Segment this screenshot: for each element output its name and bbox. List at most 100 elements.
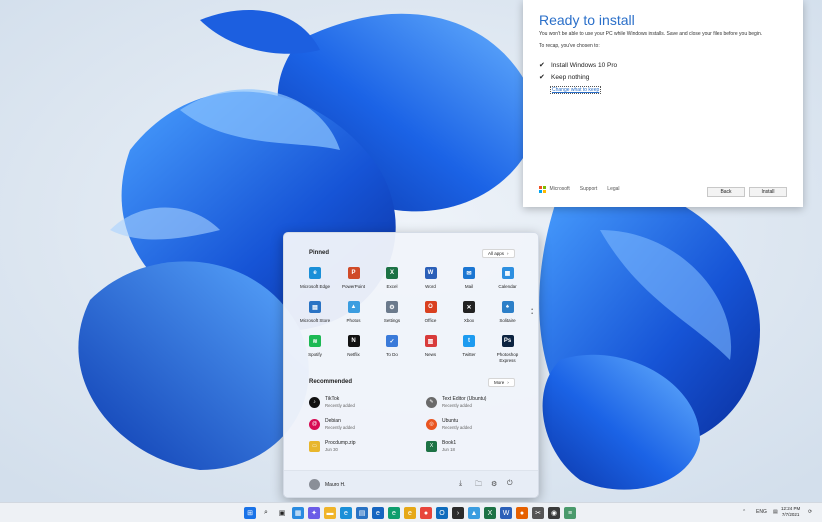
pinned-app-label: Word bbox=[425, 284, 436, 289]
downloads-icon[interactable]: ⤓ bbox=[459, 480, 462, 488]
pinned-app-microsoft-edge[interactable]: e Microsoft Edge bbox=[296, 267, 334, 299]
start-icon[interactable]: ⊞ bbox=[244, 507, 256, 519]
installer-warning: You won't be able to use your PC while W… bbox=[539, 31, 763, 37]
file-explorer-icon[interactable]: 🗀 bbox=[475, 480, 482, 491]
pinned-title: Pinned bbox=[309, 250, 330, 256]
pinned-app-mail[interactable]: ✉ Mail bbox=[450, 267, 488, 299]
pinned-app-calendar[interactable]: ▦ Calendar bbox=[489, 267, 527, 299]
twitter-icon: t bbox=[463, 335, 475, 347]
pinned-app-spotify[interactable]: ≋ Spotify bbox=[296, 335, 334, 367]
pinned-app-label: Xbox bbox=[463, 318, 475, 323]
camera-icon[interactable]: ◉ bbox=[548, 507, 560, 519]
taskbar: ⊞ ⌕ ▣ ▦ ✦ ▬ e ▤ e e e ● O › ▲ X W ● ✂ ◉ ≡ ⌃ ENG ▤ 12:24 PM 7… bbox=[0, 502, 822, 522]
photos-icon[interactable]: ▲ bbox=[468, 507, 480, 519]
edge-dev-icon[interactable]: e bbox=[388, 507, 400, 519]
edge-icon: e bbox=[309, 267, 321, 279]
legal-link[interactable]: Legal bbox=[607, 186, 619, 192]
pinned-app-label: PowerPoint bbox=[341, 284, 365, 289]
store-icon[interactable]: ▤ bbox=[356, 507, 368, 519]
photos-icon: ▲ bbox=[347, 301, 360, 313]
chrome-icon[interactable]: ● bbox=[420, 507, 432, 519]
pinned-app-label: Excel bbox=[386, 284, 398, 289]
file-explorer-icon[interactable]: ▬ bbox=[324, 507, 336, 519]
excel-icon[interactable]: X bbox=[484, 507, 496, 519]
zip-folder-icon: ▭ bbox=[309, 440, 320, 452]
recommended-item[interactable]: ✎ Text Editor (Ubuntu) Recently added bbox=[426, 396, 486, 408]
pinned-app-label: Photoshop Express bbox=[496, 352, 519, 363]
pinned-app-photoshop-express[interactable]: Ps Photoshop Express bbox=[489, 335, 527, 367]
pinned-app-solitaire[interactable]: ♠ Solitaire bbox=[489, 301, 527, 333]
pinned-app-microsoft-store[interactable]: ▤ Microsoft Store bbox=[296, 301, 334, 333]
pinned-app-excel[interactable]: X Excel bbox=[373, 267, 411, 299]
install-button[interactable]: Install bbox=[749, 187, 787, 197]
store-icon: ▤ bbox=[309, 301, 321, 313]
notifications-icon[interactable]: ⟳ bbox=[808, 509, 812, 515]
pinned-app-label: Microsoft Store bbox=[299, 318, 331, 323]
edge-beta-icon[interactable]: e bbox=[372, 507, 384, 519]
text-editor-icon: ✎ bbox=[426, 396, 437, 408]
all-apps-button[interactable]: All apps › bbox=[482, 249, 515, 258]
change-what-to-keep-link[interactable]: Change what to keep bbox=[550, 86, 602, 94]
edge-icon[interactable]: e bbox=[340, 507, 352, 519]
back-button[interactable]: Back bbox=[707, 187, 745, 197]
avatar bbox=[309, 479, 320, 490]
choice-item: ✔ Keep nothing bbox=[539, 73, 590, 82]
chevron-up-icon[interactable]: ⌃ bbox=[742, 509, 746, 515]
recommended-item[interactable]: ♪ TikTok Recently added bbox=[309, 396, 355, 408]
chat-icon[interactable]: ✦ bbox=[308, 507, 320, 519]
pinned-app-label: Spotify bbox=[308, 352, 322, 357]
search-icon[interactable]: ⌕ bbox=[260, 507, 272, 519]
start-menu: Pinned All apps › e Microsoft Edge P PowerP… bbox=[283, 232, 539, 498]
language-indicator[interactable]: ENG bbox=[756, 509, 767, 515]
settings-icon[interactable]: ⚙ bbox=[491, 480, 497, 488]
edge-canary-icon[interactable]: e bbox=[404, 507, 416, 519]
support-link[interactable]: Support bbox=[580, 186, 598, 192]
excel-icon: X bbox=[386, 267, 398, 279]
ubuntu-icon: ◎ bbox=[426, 418, 437, 430]
power-icon[interactable]: ⏻ bbox=[507, 480, 513, 488]
choice-label: Install Windows 10 Pro bbox=[551, 61, 618, 69]
recommended-name: Ubuntu bbox=[442, 418, 459, 424]
outlook-icon[interactable]: O bbox=[436, 507, 448, 519]
notepad-icon[interactable]: ≡ bbox=[564, 507, 576, 519]
user-name: Mauro H. bbox=[325, 481, 346, 488]
checkmark-icon: ✔ bbox=[539, 74, 545, 81]
pinned-app-netflix[interactable]: N Netflix bbox=[335, 335, 373, 367]
user-profile-button[interactable]: Mauro H. bbox=[309, 479, 346, 490]
recommended-name: Text Editor (Ubuntu) bbox=[442, 396, 487, 402]
pinned-app-xbox[interactable]: ✕ Xbox bbox=[450, 301, 488, 333]
pinned-app-to-do[interactable]: ✓ To Do bbox=[373, 335, 411, 367]
installer-title: Ready to install bbox=[539, 12, 635, 28]
choice-item: ✔ Install Windows 10 Pro bbox=[539, 61, 618, 70]
recommended-subtitle: Recently added bbox=[442, 403, 472, 408]
task-view-icon[interactable]: ▣ bbox=[276, 507, 288, 519]
mail-icon: ✉ bbox=[463, 267, 475, 279]
recommended-item[interactable]: ▭ Procdump.zip Jun 30 bbox=[309, 440, 356, 452]
more-button[interactable]: More › bbox=[488, 378, 515, 387]
pinned-app-label: Settings bbox=[383, 318, 401, 323]
recommended-item[interactable]: X Book1 Jun 18 bbox=[426, 440, 456, 452]
choice-label: Keep nothing bbox=[551, 73, 590, 81]
pinned-app-powerpoint[interactable]: P PowerPoint bbox=[335, 267, 373, 299]
page-dots-icon[interactable]: • • bbox=[531, 308, 533, 317]
pinned-app-news[interactable]: ▥ News bbox=[412, 335, 450, 367]
recommended-item[interactable]: @ Debian Recently added bbox=[309, 418, 355, 430]
pinned-app-twitter[interactable]: t Twitter bbox=[450, 335, 488, 367]
recommended-subtitle: Jun 30 bbox=[325, 447, 338, 452]
word-icon[interactable]: W bbox=[500, 507, 512, 519]
pinned-app-word[interactable]: W Word bbox=[412, 267, 450, 299]
installer-recap: To recap, you've chosen to: bbox=[539, 43, 600, 49]
pinned-app-photos[interactable]: ▲ Photos bbox=[335, 301, 373, 333]
start-footer: Mauro H. ⤓ 🗀 ⚙ ⏻ bbox=[284, 470, 538, 497]
firefox-icon[interactable]: ● bbox=[516, 507, 528, 519]
widgets-icon[interactable]: ▦ bbox=[292, 507, 304, 519]
clock[interactable]: 12:24 PM 7/7/2021 bbox=[781, 506, 800, 518]
pinned-app-office[interactable]: O Office bbox=[412, 301, 450, 333]
powerpoint-icon: P bbox=[347, 267, 360, 279]
terminal-icon[interactable]: › bbox=[452, 507, 464, 519]
network-icon[interactable]: ▤ bbox=[773, 509, 778, 515]
snipping-tool-icon[interactable]: ✂ bbox=[532, 507, 544, 519]
chevron-right-icon: › bbox=[507, 380, 509, 385]
recommended-item[interactable]: ◎ Ubuntu Recently added bbox=[426, 418, 472, 430]
pinned-app-settings[interactable]: ⚙ Settings bbox=[373, 301, 411, 333]
